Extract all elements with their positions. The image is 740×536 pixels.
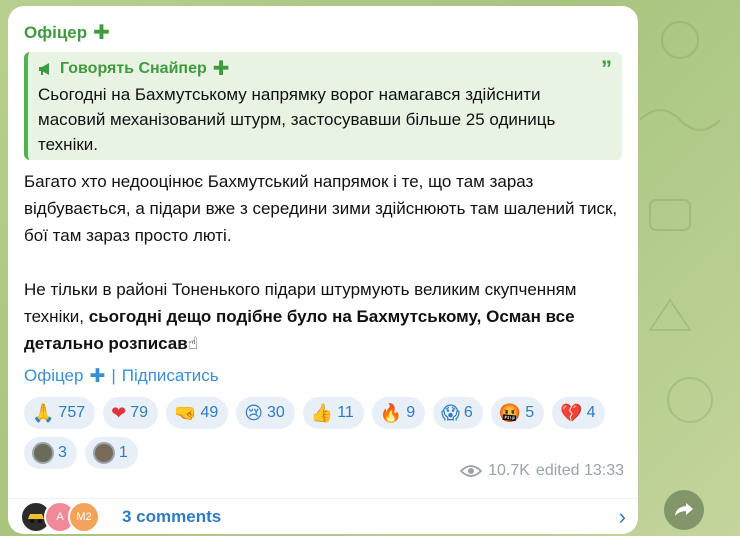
broken-heart-emoji: 💔 bbox=[560, 403, 583, 423]
reaction-count: 11 bbox=[337, 404, 354, 421]
reaction-count: 30 bbox=[267, 404, 285, 421]
reaction-count: 3 bbox=[58, 444, 67, 461]
reaction-custom-1[interactable]: 3 bbox=[24, 437, 77, 469]
reaction-count: 5 bbox=[525, 404, 535, 421]
reaction-broken-heart[interactable]: 💔 4 bbox=[552, 397, 606, 429]
reaction-count: 49 bbox=[200, 404, 219, 421]
comments-link[interactable]: 3 comments bbox=[122, 507, 221, 527]
commenter-avatars: A M2 bbox=[20, 501, 100, 533]
signature-author-link[interactable]: Офіцер bbox=[24, 366, 83, 386]
car-icon bbox=[28, 514, 44, 523]
eye-icon bbox=[460, 465, 483, 477]
reaction-count: 757 bbox=[58, 404, 86, 421]
reaction-fist[interactable]: 🤜 49 bbox=[166, 397, 229, 429]
reaction-cry[interactable]: 😢 30 bbox=[236, 397, 295, 429]
custom-reaction-icon bbox=[92, 442, 115, 464]
reaction-fire[interactable]: 🔥 9 bbox=[371, 397, 426, 429]
message-bubble: Офіцер ✚ Говорять Снайпер ✚ ” Сьогодні н… bbox=[8, 6, 638, 534]
share-arrow-icon bbox=[675, 503, 693, 516]
heart-emoji: ❤ bbox=[111, 403, 127, 423]
reaction-count: 1 bbox=[118, 444, 128, 461]
reaction-count: 4 bbox=[586, 404, 596, 421]
forward-text: Сьогодні на Бахмутському напрямку ворог … bbox=[38, 85, 556, 154]
edited-time: edited 13:33 bbox=[535, 462, 624, 479]
reaction-thumbs-up[interactable]: 👍 11 bbox=[302, 397, 364, 429]
chevron-right-icon[interactable]: › bbox=[619, 504, 626, 530]
comments-row[interactable]: A M2 3 comments › bbox=[20, 500, 626, 534]
signature-separator: | bbox=[111, 366, 116, 385]
reaction-count: 9 bbox=[406, 404, 416, 421]
custom-reaction-icon bbox=[32, 442, 54, 464]
pointing-up-emoji: ☝ bbox=[187, 334, 199, 353]
thumbs-up-emoji: 👍 bbox=[310, 403, 334, 423]
share-button[interactable] bbox=[664, 490, 704, 530]
message-text: Багато хто недооцінює Бахмутський напрям… bbox=[24, 168, 624, 357]
reactions-bar: 🙏 757 ❤ 79 🤜 49 😢 30 👍 11 🔥 9 😱 6 🤬 5 💔 4 3 1 bbox=[24, 397, 624, 469]
post-author[interactable]: Офіцер ✚ bbox=[24, 20, 622, 46]
paragraph-1: Багато хто недооцінює Бахмутський напрям… bbox=[24, 172, 618, 245]
quote-icon: ” bbox=[601, 56, 612, 81]
message-meta: 10.7K edited 13:33 bbox=[460, 462, 624, 480]
reaction-pray[interactable]: 🙏 757 bbox=[24, 397, 96, 429]
forward-plus-icon: ✚ bbox=[212, 58, 230, 80]
reaction-custom-2[interactable]: 1 bbox=[84, 437, 138, 469]
scream-emoji: 😱 bbox=[441, 403, 460, 423]
reaction-scream[interactable]: 😱 6 bbox=[433, 397, 483, 429]
forward-source-name[interactable]: Говорять Снайпер bbox=[60, 60, 207, 78]
subscribe-link[interactable]: Підписатись bbox=[122, 366, 219, 386]
pray-emoji: 🙏 bbox=[32, 403, 55, 423]
background-doodle bbox=[639, 21, 721, 423]
admin-plus-icon: ✚ bbox=[93, 22, 110, 44]
avatar: M2 bbox=[68, 501, 100, 533]
reaction-count: 6 bbox=[463, 404, 473, 421]
comments-divider bbox=[8, 498, 638, 499]
fire-emoji: 🔥 bbox=[379, 403, 403, 423]
forwarded-quote[interactable]: Говорять Снайпер ✚ ” Сьогодні на Бахмутс… bbox=[24, 52, 622, 160]
signature-line: Офіцер ✚ | Підписатись bbox=[24, 363, 622, 389]
fist-emoji: 🤜 bbox=[174, 403, 197, 423]
views-count: 10.7K bbox=[488, 462, 530, 479]
crying-emoji: 😢 bbox=[244, 403, 263, 423]
paragraph-2-bold-text: сьогодні дещо подібне було на Бахмутсько… bbox=[24, 307, 575, 353]
reaction-heart[interactable]: ❤ 79 bbox=[103, 397, 159, 429]
reaction-count: 79 bbox=[130, 404, 149, 421]
paragraph-2: Не тільки в районі Тоненького підари шту… bbox=[24, 276, 624, 357]
signature-plus-icon: ✚ bbox=[89, 365, 106, 387]
reaction-angry[interactable]: 🤬 5 bbox=[490, 397, 545, 429]
author-name[interactable]: Офіцер bbox=[24, 23, 87, 43]
megaphone-icon bbox=[39, 63, 49, 75]
angry-emoji: 🤬 bbox=[498, 403, 522, 423]
